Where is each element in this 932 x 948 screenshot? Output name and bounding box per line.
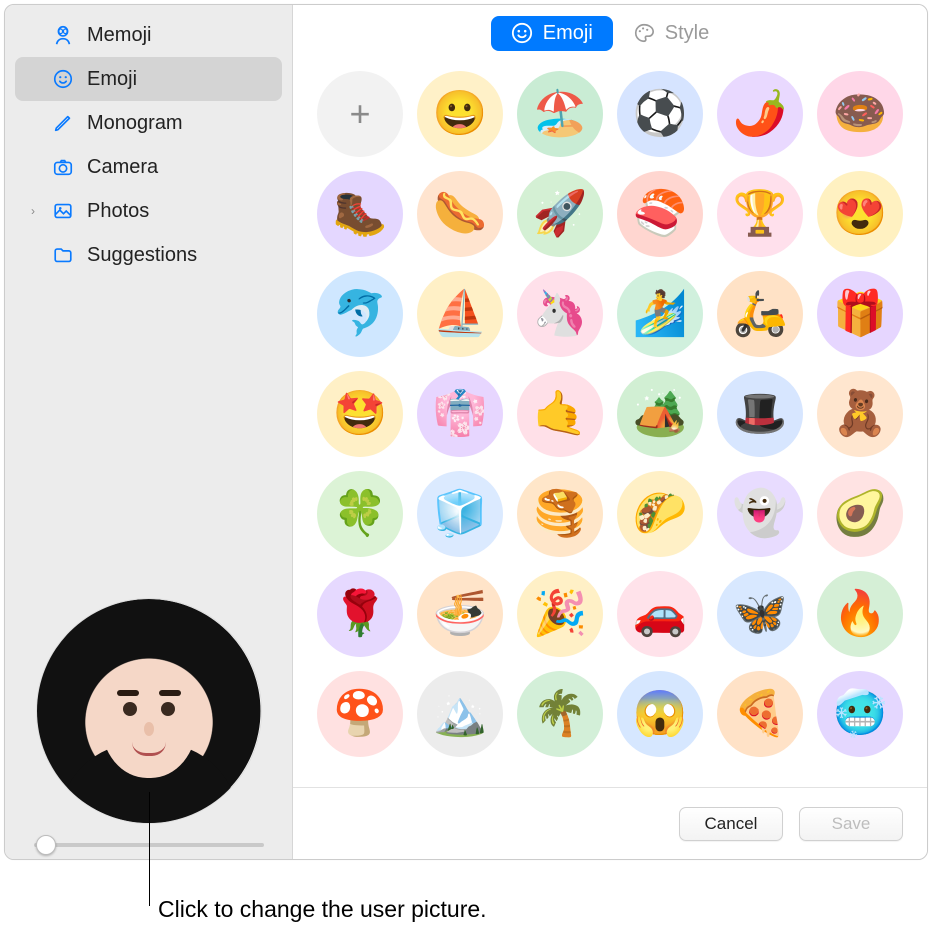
emoji-option[interactable]: 🔥 xyxy=(817,571,903,657)
emoji-option[interactable]: 👘 xyxy=(417,371,503,457)
cancel-button[interactable]: Cancel xyxy=(679,807,783,841)
sidebar-item-suggestions[interactable]: Suggestions xyxy=(15,233,282,277)
avatar-preview[interactable] xyxy=(37,599,261,823)
palette-icon xyxy=(633,22,655,44)
sidebar-item-photos[interactable]: › Photos xyxy=(15,189,282,233)
emoji-option[interactable]: 🍣 xyxy=(617,171,703,257)
sidebar-item-label: Suggestions xyxy=(87,244,197,267)
emoji-option[interactable]: 🏔️ xyxy=(417,671,503,757)
zoom-slider-thumb[interactable] xyxy=(36,835,56,855)
emoji-option[interactable]: 🌮 xyxy=(617,471,703,557)
emoji-option[interactable]: ⛵ xyxy=(417,271,503,357)
emoji-option[interactable]: 🌶️ xyxy=(717,71,803,157)
tab-bar: Emoji Style xyxy=(293,5,927,61)
user-picture-window: Memoji Emoji Monogram Camera › Photos Suggesti… xyxy=(4,4,928,860)
tab-style-label: Style xyxy=(665,22,709,45)
emoji-option[interactable]: 🧸 xyxy=(817,371,903,457)
sidebar-item-monogram[interactable]: Monogram xyxy=(15,101,282,145)
sidebar-item-label: Emoji xyxy=(87,68,137,91)
emoji-option[interactable]: 🏕️ xyxy=(617,371,703,457)
emoji-option[interactable]: 🏖️ xyxy=(517,71,603,157)
emoji-option[interactable]: 🏄 xyxy=(617,271,703,357)
cancel-button-label: Cancel xyxy=(705,814,758,834)
emoji-option[interactable]: 🌭 xyxy=(417,171,503,257)
emoji-option[interactable]: 🍜 xyxy=(417,571,503,657)
emoji-option[interactable]: 🍀 xyxy=(317,471,403,557)
emoji-option[interactable]: 🧊 xyxy=(417,471,503,557)
tab-emoji-label: Emoji xyxy=(543,22,593,45)
emoji-option[interactable]: 🐬 xyxy=(317,271,403,357)
emoji-option[interactable]: 🥞 xyxy=(517,471,603,557)
sidebar-list: Memoji Emoji Monogram Camera › Photos Suggesti… xyxy=(5,13,292,277)
emoji-icon xyxy=(511,22,533,44)
emoji-option[interactable]: 👻 xyxy=(717,471,803,557)
sidebar: Memoji Emoji Monogram Camera › Photos Suggesti… xyxy=(5,5,293,859)
emoji-option[interactable]: 🥾 xyxy=(317,171,403,257)
emoji-option[interactable]: 🍄 xyxy=(317,671,403,757)
emoji-option[interactable]: 🌴 xyxy=(517,671,603,757)
emoji-option[interactable]: 😱 xyxy=(617,671,703,757)
save-button: Save xyxy=(799,807,903,841)
emoji-option[interactable]: 🚀 xyxy=(517,171,603,257)
tab-style[interactable]: Style xyxy=(613,16,729,51)
sidebar-item-label: Photos xyxy=(87,200,149,223)
emoji-option[interactable]: 🥑 xyxy=(817,471,903,557)
sidebar-item-label: Camera xyxy=(87,156,158,179)
sidebar-item-label: Monogram xyxy=(87,112,183,135)
emoji-option[interactable]: 🦋 xyxy=(717,571,803,657)
camera-icon xyxy=(51,155,75,179)
memoji-icon xyxy=(51,23,75,47)
save-button-label: Save xyxy=(832,814,871,834)
tab-emoji[interactable]: Emoji xyxy=(491,16,613,51)
callout-line xyxy=(149,792,150,906)
sidebar-item-emoji[interactable]: Emoji xyxy=(15,57,282,101)
emoji-grid: +😀🏖️⚽🌶️🍩 🥾🌭🚀🍣🏆😍 🐬⛵🦄🏄🛵🎁 🤩👘🤙🏕️🎩🧸 🍀🧊🥞🌮👻🥑 🌹🍜🎉🚗🦋🔥 🍄… xyxy=(313,67,907,757)
emoji-option[interactable]: 🎩 xyxy=(717,371,803,457)
emoji-option[interactable]: ⚽ xyxy=(617,71,703,157)
emoji-option[interactable]: 🏆 xyxy=(717,171,803,257)
emoji-option[interactable]: 🚗 xyxy=(617,571,703,657)
emoji-option[interactable]: 🥶 xyxy=(817,671,903,757)
photos-icon xyxy=(51,199,75,223)
main-panel: Emoji Style +😀🏖️⚽🌶️🍩 🥾🌭🚀🍣🏆😍 🐬⛵🦄🏄🛵🎁 🤩👘🤙🏕️🎩🧸 🍀… xyxy=(293,5,927,859)
emoji-option[interactable]: 🌹 xyxy=(317,571,403,657)
emoji-option[interactable]: 🛵 xyxy=(717,271,803,357)
emoji-option[interactable]: 😍 xyxy=(817,171,903,257)
emoji-option[interactable]: 🍕 xyxy=(717,671,803,757)
sidebar-item-label: Memoji xyxy=(87,24,151,47)
emoji-option[interactable]: 🎉 xyxy=(517,571,603,657)
pencil-icon xyxy=(51,111,75,135)
callout-text: Click to change the user picture. xyxy=(158,896,487,923)
sidebar-item-memoji[interactable]: Memoji xyxy=(15,13,282,57)
sidebar-item-camera[interactable]: Camera xyxy=(15,145,282,189)
footer-bar: Cancel Save xyxy=(293,787,927,859)
add-emoji-button[interactable]: + xyxy=(317,71,403,157)
emoji-option[interactable]: 🦄 xyxy=(517,271,603,357)
disclosure-icon: › xyxy=(27,204,39,218)
emoji-option[interactable]: 🍩 xyxy=(817,71,903,157)
emoji-icon xyxy=(51,67,75,91)
emoji-option[interactable]: 🤙 xyxy=(517,371,603,457)
emoji-option[interactable]: 🤩 xyxy=(317,371,403,457)
emoji-option[interactable]: 🎁 xyxy=(817,271,903,357)
emoji-option[interactable]: 😀 xyxy=(417,71,503,157)
emoji-grid-area: +😀🏖️⚽🌶️🍩 🥾🌭🚀🍣🏆😍 🐬⛵🦄🏄🛵🎁 🤩👘🤙🏕️🎩🧸 🍀🧊🥞🌮👻🥑 🌹🍜🎉🚗🦋🔥 🍄… xyxy=(293,61,927,787)
folder-icon xyxy=(51,243,75,267)
